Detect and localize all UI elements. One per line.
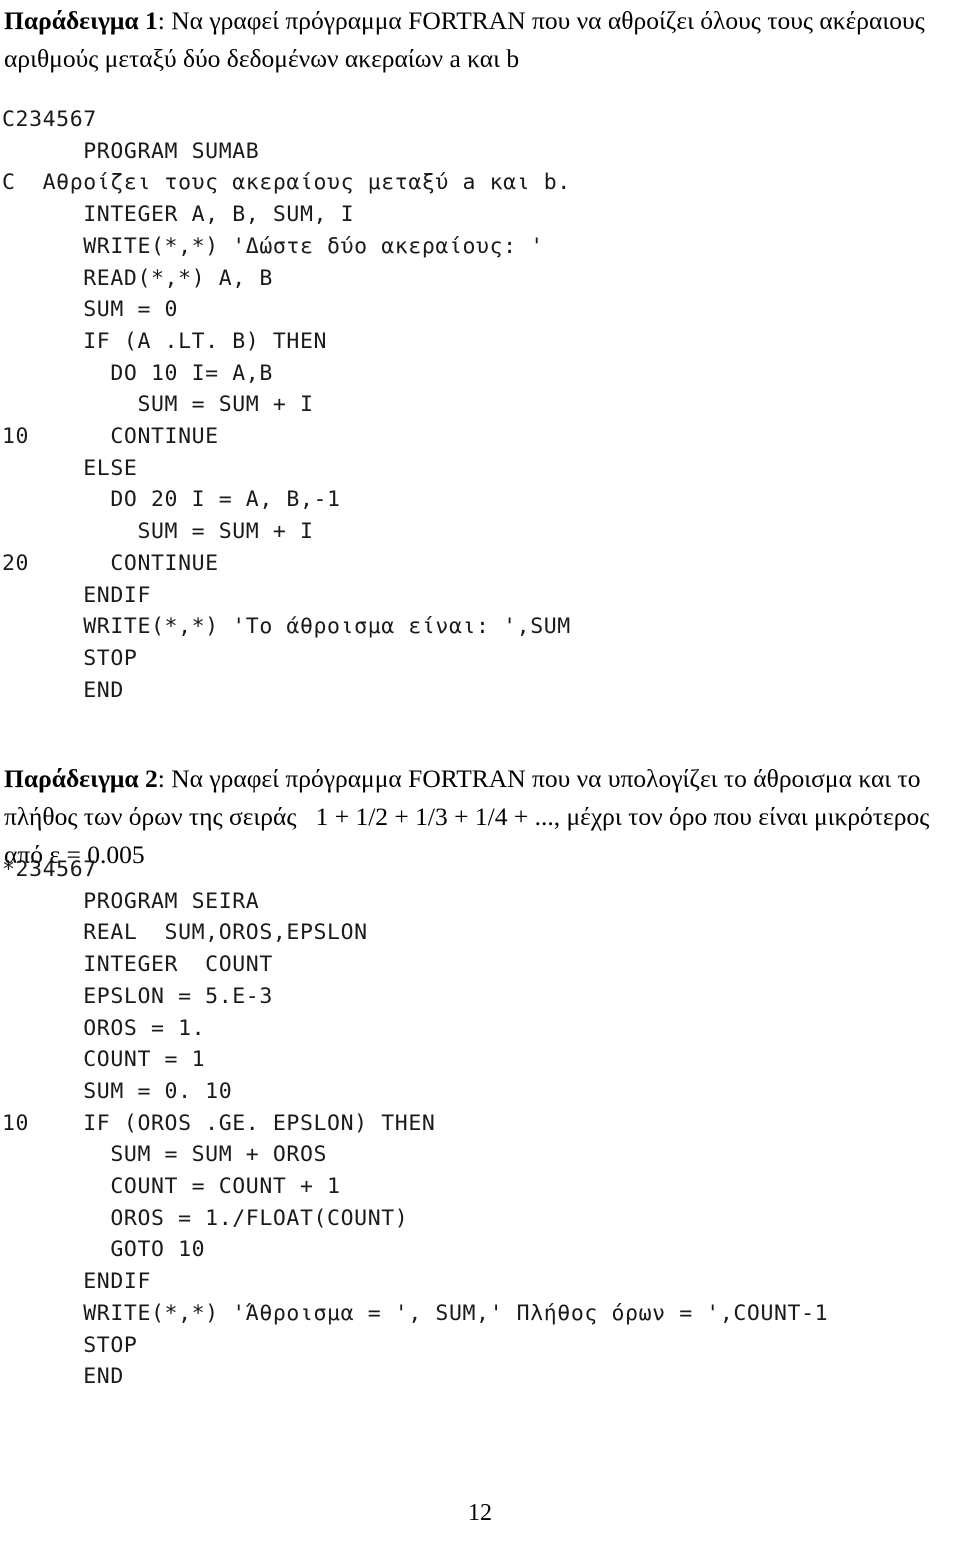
code-line: COUNT = COUNT + 1 bbox=[2, 1174, 341, 1200]
code-line: PROGRAM SEIRA bbox=[2, 888, 260, 914]
code-line: WRITE(*,*) 'Δώστε δύο ακεραίους: ' bbox=[2, 233, 544, 259]
code-line: OROS = 1. bbox=[2, 1015, 206, 1041]
code-line: DO 10 I= A,B bbox=[2, 360, 273, 386]
code-line: STOP bbox=[2, 1332, 138, 1358]
example-1-paragraph: Παράδειγμα 1: Να γραφεί πρόγραμμα FORTRA… bbox=[2, 2, 960, 78]
code-line: PROGRAM SUMAB bbox=[2, 138, 260, 164]
code-line: SUM = SUM + I bbox=[2, 519, 314, 545]
code-line: GOTO 10 bbox=[2, 1237, 206, 1263]
code-line: END bbox=[2, 1364, 124, 1390]
code-line: END bbox=[2, 677, 124, 703]
code-line: 20 CONTINUE bbox=[2, 550, 219, 576]
code-line: REAL SUM,OROS,EPSLON bbox=[2, 920, 368, 946]
code-line: SUM = 0 bbox=[2, 297, 179, 323]
code-line: C234567 bbox=[2, 107, 97, 132]
example-2-code-block: *234567 PROGRAM SEIRA REAL SUM,OROS,EPSL… bbox=[2, 854, 828, 1393]
code-line: DO 20 I = A, B,-1 bbox=[2, 487, 341, 513]
code-line: STOP bbox=[2, 645, 138, 671]
code-line: 10 IF (OROS .GE. EPSLON) THEN bbox=[2, 1110, 436, 1136]
code-line: OROS = 1./FLOAT(COUNT) bbox=[2, 1205, 409, 1231]
code-line: COUNT = 1 bbox=[2, 1047, 206, 1073]
code-line: INTEGER COUNT bbox=[2, 952, 273, 978]
code-line: WRITE(*,*) 'Το άθροισμα είναι: ',SUM bbox=[2, 614, 571, 640]
code-line: SUM = SUM + OROS bbox=[2, 1142, 328, 1168]
code-line: SUM = 0. 10 bbox=[2, 1078, 233, 1104]
example-1-label: Παράδειγμα 1 bbox=[4, 6, 158, 35]
code-line: EPSLON = 5.E-3 bbox=[2, 983, 273, 1009]
code-line: *234567 bbox=[2, 857, 97, 882]
code-line: C Αθροίζει τους ακεραίους μεταξύ a και b… bbox=[2, 170, 571, 196]
document-page: Παράδειγμα 1: Να γραφεί πρόγραμμα FORTRA… bbox=[0, 0, 960, 1543]
page-number: 12 bbox=[468, 1500, 492, 1526]
code-line: READ(*,*) A, B bbox=[2, 265, 273, 291]
code-line: SUM = SUM + I bbox=[2, 392, 314, 418]
code-line: ELSE bbox=[2, 455, 138, 481]
code-line: 10 CONTINUE bbox=[2, 424, 219, 450]
code-line: INTEGER A, B, SUM, I bbox=[2, 202, 355, 228]
code-line: ENDIF bbox=[2, 1269, 151, 1295]
code-line: ENDIF bbox=[2, 582, 151, 608]
example-2-label: Παράδειγμα 2 bbox=[4, 764, 158, 793]
example-1-code-block: C234567 PROGRAM SUMAB C Αθροίζει τους ακε… bbox=[2, 104, 571, 706]
code-line: WRITE(*,*) 'Άθροισμα = ', SUM,' Πλήθος ό… bbox=[2, 1300, 829, 1326]
code-line: IF (A .LT. B) THEN bbox=[2, 328, 328, 354]
